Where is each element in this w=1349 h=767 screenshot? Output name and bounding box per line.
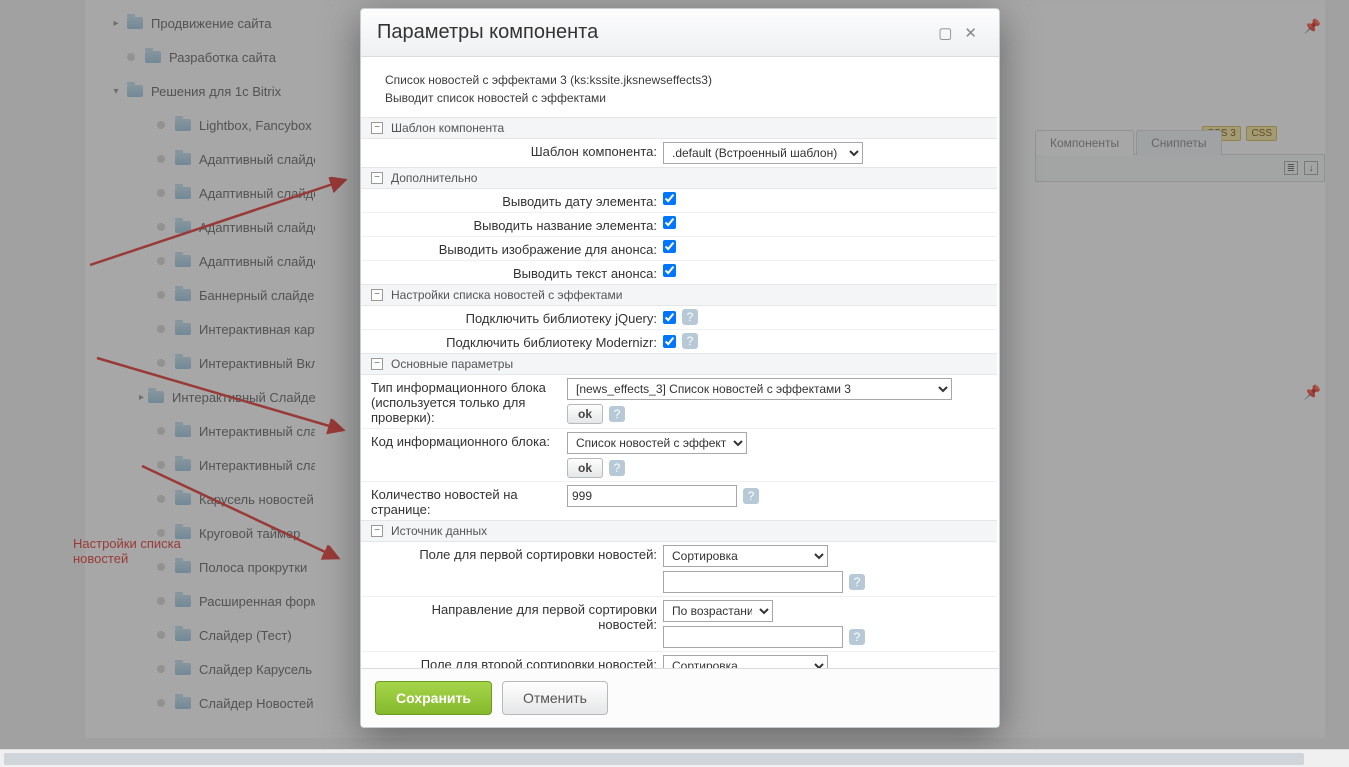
- label-sort1-field: Поле для первой сортировки новостей:: [371, 545, 663, 562]
- section-source-label: Источник данных: [391, 524, 487, 538]
- component-params-dialog: Параметры компонента ▢ ✕ Список новостей…: [360, 8, 1000, 728]
- ok-button-iblock-code[interactable]: ok: [567, 458, 603, 478]
- collapse-icon[interactable]: −: [371, 289, 383, 301]
- dialog-header: Параметры компонента ▢ ✕: [361, 9, 999, 57]
- label-show-text: Выводить текст анонса:: [371, 264, 663, 281]
- section-additional[interactable]: − Дополнительно: [361, 167, 997, 189]
- input-sort1-extra[interactable]: [663, 571, 843, 593]
- label-sort2-field: Поле для второй сортировки новостей:: [371, 655, 663, 669]
- help-icon[interactable]: ?: [609, 460, 625, 476]
- save-button[interactable]: Сохранить: [375, 681, 492, 715]
- row-jquery: Подключить библиотеку jQuery: ?: [361, 306, 997, 329]
- checkbox-show-date[interactable]: [663, 192, 676, 205]
- scrollbar-thumb[interactable]: [4, 753, 1304, 765]
- checkbox-modernizr[interactable]: [663, 335, 676, 348]
- dialog-title: Параметры компонента: [377, 21, 932, 44]
- section-main[interactable]: − Основные параметры: [361, 353, 997, 375]
- checkbox-show-text[interactable]: [663, 264, 676, 277]
- row-show-img: Выводить изображение для анонса:: [361, 236, 997, 260]
- row-iblock-code: Код информационного блока: Список новост…: [361, 428, 997, 481]
- input-sort1-dir-extra[interactable]: [663, 626, 843, 648]
- select-sort2-field[interactable]: Сортировка: [663, 655, 828, 669]
- row-show-text: Выводить текст анонса:: [361, 260, 997, 284]
- section-additional-label: Дополнительно: [391, 171, 477, 185]
- row-show-date: Выводить дату элемента:: [361, 189, 997, 212]
- label-template: Шаблон компонента:: [371, 142, 663, 159]
- section-news-label: Настройки списка новостей с эффектами: [391, 288, 622, 302]
- desc-line-1: Список новостей с эффектами 3 (ks:kssite…: [385, 71, 973, 89]
- row-news-count: Количество новостей на странице: ?: [361, 481, 997, 520]
- label-iblock-type: Тип информационного блока (используется …: [371, 378, 567, 425]
- select-iblock-code[interactable]: Список новостей с эффектами 3: [567, 432, 747, 454]
- cancel-button[interactable]: Отменить: [502, 681, 608, 715]
- label-iblock-code: Код информационного блока:: [371, 432, 567, 449]
- help-icon[interactable]: ?: [682, 309, 698, 325]
- dialog-body[interactable]: Список новостей с эффектами 3 (ks:kssite…: [361, 57, 999, 669]
- select-template[interactable]: .default (Встроенный шаблон): [663, 142, 863, 164]
- help-icon[interactable]: ?: [682, 333, 698, 349]
- select-iblock-type[interactable]: [news_effects_3] Список новостей с эффек…: [567, 378, 952, 400]
- checkbox-jquery[interactable]: [663, 311, 676, 324]
- section-source[interactable]: − Источник данных: [361, 520, 997, 542]
- label-news-count: Количество новостей на странице:: [371, 485, 567, 517]
- row-template: Шаблон компонента: .default (Встроенный …: [361, 139, 997, 167]
- label-show-img: Выводить изображение для анонса:: [371, 240, 663, 257]
- section-main-label: Основные параметры: [391, 357, 513, 371]
- checkbox-show-name[interactable]: [663, 216, 676, 229]
- close-icon[interactable]: ✕: [958, 22, 983, 44]
- collapse-icon[interactable]: −: [371, 358, 383, 370]
- section-news-settings[interactable]: − Настройки списка новостей с эффектами: [361, 284, 997, 306]
- row-sort1-dir: Направление для первой сортировки новост…: [361, 596, 997, 651]
- row-show-name: Выводить название элемента:: [361, 212, 997, 236]
- input-news-count[interactable]: [567, 485, 737, 507]
- row-modernizr: Подключить библиотеку Modernizr: ?: [361, 329, 997, 353]
- section-template-label: Шаблон компонента: [391, 121, 504, 135]
- label-show-date: Выводить дату элемента:: [371, 192, 663, 209]
- help-icon[interactable]: ?: [609, 406, 625, 422]
- select-sort1-field[interactable]: Сортировка: [663, 545, 828, 567]
- horizontal-scrollbar[interactable]: [0, 749, 1349, 767]
- row-sort2-field: Поле для второй сортировки новостей: Сор…: [361, 651, 997, 669]
- help-icon[interactable]: ?: [743, 488, 759, 504]
- section-template[interactable]: − Шаблон компонента: [361, 117, 997, 139]
- dialog-footer: Сохранить Отменить: [361, 669, 999, 727]
- label-modernizr: Подключить библиотеку Modernizr:: [371, 333, 663, 350]
- help-icon[interactable]: ?: [849, 574, 865, 590]
- label-show-name: Выводить название элемента:: [371, 216, 663, 233]
- collapse-icon[interactable]: −: [371, 122, 383, 134]
- checkbox-show-img[interactable]: [663, 240, 676, 253]
- desc-line-2: Выводит список новостей с эффектами: [385, 89, 973, 107]
- label-jquery: Подключить библиотеку jQuery:: [371, 309, 663, 326]
- row-sort1-field: Поле для первой сортировки новостей: Сор…: [361, 542, 997, 596]
- maximize-icon[interactable]: ▢: [932, 22, 958, 44]
- row-iblock-type: Тип информационного блока (используется …: [361, 375, 997, 428]
- label-sort1-dir: Направление для первой сортировки новост…: [371, 600, 663, 632]
- select-sort1-dir[interactable]: По возрастанию: [663, 600, 773, 622]
- component-description: Список новостей с эффектами 3 (ks:kssite…: [361, 57, 997, 117]
- help-icon[interactable]: ?: [849, 629, 865, 645]
- collapse-icon[interactable]: −: [371, 172, 383, 184]
- ok-button-iblock-type[interactable]: ok: [567, 404, 603, 424]
- collapse-icon[interactable]: −: [371, 525, 383, 537]
